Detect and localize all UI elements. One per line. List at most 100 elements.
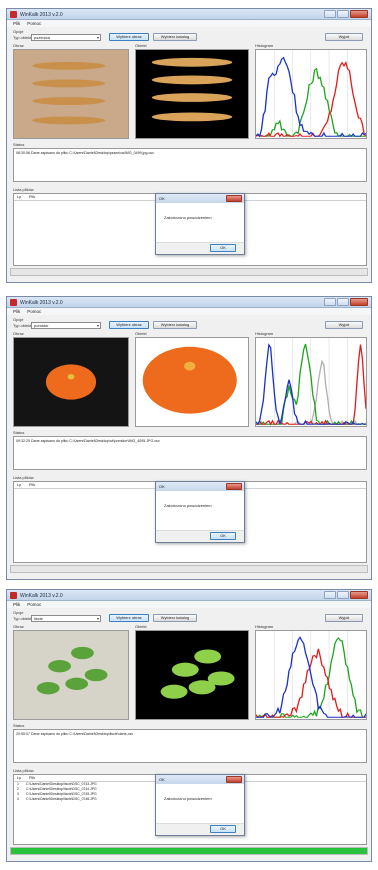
leaf-4 [36, 682, 60, 695]
minimize-button[interactable] [324, 10, 336, 18]
menu-bar: Plik Pomoc [7, 308, 371, 315]
window-controls [324, 591, 368, 599]
choose-folder-button[interactable]: Wybierz katalog [153, 33, 197, 41]
wheat-ear-2 [32, 79, 106, 88]
histogram-chart [255, 630, 367, 720]
object-panel-label: Obiekt [135, 331, 147, 336]
app-window: WinKalk 2013 v.2.0 Plik Pomoc Opcje Typ obie… [6, 296, 372, 580]
chevron-down-icon: ▾ [96, 323, 99, 328]
dialog-ok-button[interactable]: OK [210, 244, 236, 252]
menu-plik[interactable]: Plik [13, 21, 20, 26]
object-type-value: liście [34, 616, 43, 621]
wheat-ear-1 [32, 61, 106, 70]
wheat-ear-3 [32, 97, 106, 105]
status-textbox: 09:32:25 Dane zapisano do pliku C:\Users… [13, 436, 367, 470]
column-header-lp: Lp [17, 195, 22, 199]
app-window: WinKalk 2013 v.2.0 Plik Pomoc Opcje Typ obie… [6, 8, 372, 283]
menu-pomoc[interactable]: Pomoc [27, 309, 41, 314]
dialog-ok-button[interactable]: OK [210, 825, 236, 833]
leaf-2 [71, 646, 94, 660]
options-label: Opcje [13, 29, 24, 34]
maximize-button[interactable] [337, 591, 349, 599]
status-textbox: 20:55:07 Dane zapisano do pliku C:\Users… [13, 729, 367, 763]
close-button[interactable] [350, 10, 368, 18]
dialog-body: Zakończono powodzeniem OK [156, 784, 244, 835]
message-dialog: OK Zakończono powodzeniem OK [155, 481, 245, 543]
maximize-button[interactable] [337, 298, 349, 306]
dialog-message: Zakończono powodzeniem [164, 215, 212, 220]
leaf-object-5 [207, 671, 235, 686]
menu-plik[interactable]: Plik [13, 602, 20, 607]
choose-folder-button[interactable]: Wybierz katalog [153, 614, 197, 622]
image-panel-label: Obraz [13, 43, 24, 48]
list-item-file: C:\Users\Daniel\Desktop\liscie\DSC_0746.… [26, 797, 97, 801]
dialog-ok-button[interactable]: OK [210, 532, 236, 540]
object-type-select[interactable]: liście ▾ [31, 615, 101, 622]
dialog-close-button[interactable] [226, 195, 242, 202]
tomato-object [142, 346, 237, 414]
maximize-button[interactable] [337, 10, 349, 18]
menu-bar: Plik Pomoc [7, 20, 371, 27]
progress-bar [10, 565, 368, 573]
dialog-message: Zakończono powodzeniem [164, 796, 212, 801]
object-panel-label: Obiekt [135, 624, 147, 629]
message-dialog: OK Zakończono powodzeniem OK [155, 774, 245, 836]
minimize-button[interactable] [324, 591, 336, 599]
tomato-object-stem [184, 361, 196, 371]
source-image [13, 337, 129, 427]
app-icon [10, 592, 17, 599]
progress-bar [10, 268, 368, 276]
menu-pomoc[interactable]: Pomoc [27, 602, 41, 607]
app-icon [10, 11, 17, 18]
object-type-select[interactable]: pszenica ▾ [31, 34, 101, 41]
app-icon [10, 299, 17, 306]
progress-bar [10, 847, 368, 855]
list-item-lp: 4 [17, 797, 19, 801]
object-type-select[interactable]: pomidor ▾ [31, 322, 101, 329]
choose-folder-button[interactable]: Wybierz katalog [153, 321, 197, 329]
close-button[interactable] [350, 591, 368, 599]
file-list-label: Lista plików [13, 768, 34, 773]
object-image [135, 630, 249, 720]
dialog-body: Zakończono powodzeniem OK [156, 491, 244, 542]
dialog-close-button[interactable] [226, 483, 242, 490]
object-panel-label: Obiekt [135, 43, 147, 48]
choose-image-button[interactable]: Wybierz obraz [109, 321, 149, 329]
choose-image-button[interactable]: Wybierz obraz [109, 33, 149, 41]
object-image [135, 337, 249, 427]
dialog-body: Zakończono powodzeniem OK [156, 203, 244, 254]
column-header-file: Plik [29, 483, 36, 487]
exit-button[interactable]: Wyjdź [325, 321, 363, 329]
image-panel-label: Obraz [13, 624, 24, 629]
progress-fill [11, 848, 367, 854]
choose-image-button[interactable]: Wybierz obraz [109, 614, 149, 622]
menu-plik[interactable]: Plik [13, 309, 20, 314]
object-image [135, 49, 249, 139]
window-title: WinKalk 2013 v.2.0 [20, 593, 63, 599]
title-bar: WinKalk 2013 v.2.0 [7, 590, 371, 601]
leaf-object-2 [194, 649, 222, 664]
status-text: 20:55:07 Dane zapisano do pliku C:\Users… [16, 732, 134, 736]
leaf-3 [65, 677, 89, 690]
wheat-ear-object-1 [151, 57, 233, 67]
app-window: WinKalk 2013 v.2.0 Plik Pomoc Opcje Typ obie… [6, 589, 372, 862]
dialog-close-button[interactable] [226, 776, 242, 783]
minimize-button[interactable] [324, 298, 336, 306]
chevron-down-icon: ▾ [96, 35, 99, 40]
window-title: WinKalk 2013 v.2.0 [20, 12, 63, 18]
exit-button[interactable]: Wyjdź [325, 614, 363, 622]
window-title: WinKalk 2013 v.2.0 [20, 300, 63, 306]
status-text: 08:30:56 Dane zapisano do pliku C:\Users… [16, 151, 154, 155]
histogram-panel-label: Histogram [255, 331, 274, 336]
leaf-object-1 [171, 662, 199, 677]
wheat-ear-object-4 [151, 112, 233, 122]
status-text: 09:32:25 Dane zapisano do pliku C:\Users… [16, 439, 160, 443]
column-header-lp: Lp [17, 483, 22, 487]
wheat-ear-object-2 [151, 75, 233, 85]
chevron-down-icon: ▾ [96, 616, 99, 621]
column-header-file: Plik [29, 776, 36, 780]
close-button[interactable] [350, 298, 368, 306]
exit-button[interactable]: Wyjdź [325, 33, 363, 41]
menu-pomoc[interactable]: Pomoc [27, 21, 41, 26]
options-label: Opcje [13, 317, 24, 322]
